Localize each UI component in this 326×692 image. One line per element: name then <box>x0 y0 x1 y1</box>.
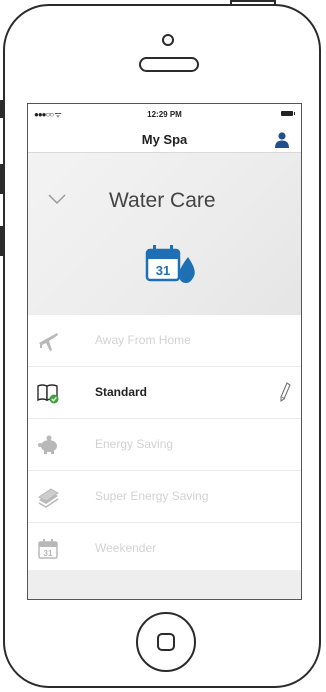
page-title: My Spa <box>141 132 188 147</box>
mute-switch <box>0 100 4 118</box>
piggy-bank-icon <box>38 435 57 454</box>
book-check-icon <box>37 384 59 404</box>
home-button[interactable] <box>136 612 196 672</box>
status-bar: ●●●○○ ᯤ 12:29 PM <box>28 104 301 124</box>
mode-item-super-energy-saving[interactable]: Super Energy Saving <box>28 471 301 523</box>
mode-label: Away From Home <box>95 333 191 347</box>
app-screen: ●●●○○ ᯤ 12:29 PM My Spa Water Care 31 Aw… <box>27 103 302 600</box>
mode-item-energy-saving[interactable]: Energy Saving <box>28 419 301 471</box>
money-stack-icon <box>38 488 59 508</box>
calendar-day-text: 31 <box>44 549 53 558</box>
earpiece-speaker <box>139 57 199 72</box>
section-title: Water Care <box>109 189 216 212</box>
water-care-mode-list: Away From Home Standard Energy Saving Su… <box>28 315 301 570</box>
user-icon[interactable] <box>275 132 289 148</box>
mode-label: Weekender <box>95 541 157 555</box>
water-care-header: Water Care 31 <box>28 153 301 315</box>
home-square-icon <box>157 633 175 651</box>
footer-space <box>28 570 301 599</box>
status-time: 12:29 PM <box>147 110 182 119</box>
battery-icon <box>281 111 295 116</box>
calendar-day-text: 31 <box>156 263 170 278</box>
calendar-icon: 31 <box>38 539 58 559</box>
front-camera <box>162 34 174 46</box>
mode-item-standard[interactable]: Standard <box>28 367 301 419</box>
mode-label: Energy Saving <box>95 437 174 451</box>
volume-down-button <box>0 226 4 256</box>
mode-label: Standard <box>95 385 148 399</box>
power-button <box>230 0 276 4</box>
airplane-icon <box>39 333 58 351</box>
mode-label: Super Energy Saving <box>95 489 209 503</box>
mode-item-weekender[interactable]: 31 Weekender <box>28 523 301 575</box>
chevron-down-icon[interactable] <box>48 193 66 205</box>
volume-up-button <box>0 164 4 194</box>
pencil-icon[interactable] <box>279 382 291 402</box>
calendar-water-drop-icon: 31 <box>145 245 195 283</box>
mode-item-away-from-home[interactable]: Away From Home <box>28 315 301 367</box>
nav-bar: My Spa <box>28 124 301 153</box>
